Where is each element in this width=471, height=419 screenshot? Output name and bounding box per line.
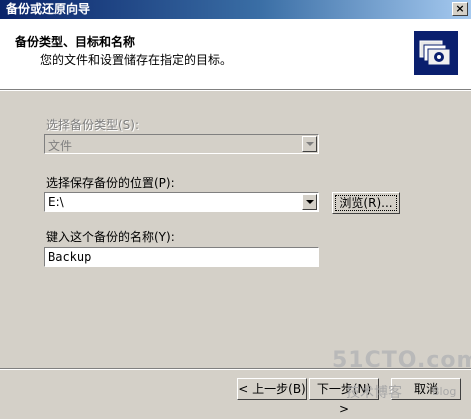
back-button[interactable]: < 上一步(B): [237, 378, 307, 400]
destination-dropdown-button[interactable]: [302, 194, 317, 210]
browse-button[interactable]: 浏览(R)...: [332, 192, 400, 214]
destination-value[interactable]: E:\: [48, 195, 64, 209]
backup-type-value: 文件: [48, 139, 73, 153]
backup-name-input[interactable]: Backup: [44, 247, 319, 267]
backup-type-dropdown-button: [302, 136, 317, 152]
destination-label: 选择保存备份的位置(P):: [46, 176, 175, 190]
backup-wizard-icon: [414, 31, 458, 75]
window-title: 备份或还原向导: [6, 2, 91, 16]
header-divider: [0, 89, 471, 91]
close-button[interactable]: ×: [452, 2, 468, 16]
chevron-down-icon: [306, 200, 314, 204]
backup-name-value[interactable]: Backup: [48, 250, 91, 264]
page-subtitle: 您的文件和设置储存在指定的目标。: [40, 53, 233, 67]
watermark-logo: 51CTO.com: [332, 348, 471, 373]
backup-name-label: 键入这个备份的名称(Y):: [46, 230, 175, 244]
page-title: 备份类型、目标和名称: [15, 35, 136, 49]
watermark-blog: Blog: [432, 385, 457, 398]
watermark-subtitle: 技术博客: [346, 385, 402, 401]
title-bar: 备份或还原向导 ×: [0, 0, 471, 19]
backup-type-select: 文件: [44, 134, 319, 154]
destination-select[interactable]: E:\: [44, 192, 319, 212]
chevron-down-icon: [306, 142, 314, 146]
backup-type-label: 选择备份类型(S):: [46, 118, 140, 132]
wizard-header: 备份类型、目标和名称 您的文件和设置储存在指定的目标。: [0, 19, 471, 89]
